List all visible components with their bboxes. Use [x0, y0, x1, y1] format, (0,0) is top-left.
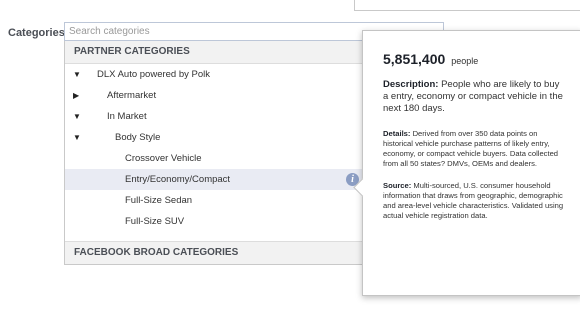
tree-item-label: In Market [107, 111, 147, 122]
categories-label: Categories: [8, 27, 69, 39]
tree-item-label: Full-Size SUV [125, 216, 185, 227]
tree-item-label: Full-Size Sedan [125, 195, 193, 206]
source-text: Multi-sourced, U.S. consumer household i… [383, 181, 564, 220]
description-label: Description: [383, 79, 439, 90]
tree-item-label: Aftermarket [107, 90, 157, 101]
tree-item-label: Crossover Vehicle [125, 153, 202, 164]
audience-size: 5,851,400 people [383, 51, 567, 67]
expanded-arrow-icon[interactable]: ▼ [73, 127, 83, 148]
top-panel-edge [354, 0, 580, 11]
collapsed-arrow-icon[interactable]: ▶ [73, 85, 83, 106]
description-block: Description: People who are likely to bu… [383, 79, 567, 115]
details-text: Derived from over 350 data points on his… [383, 129, 559, 168]
expanded-arrow-icon[interactable]: ▼ [73, 64, 83, 85]
category-info-popover: 5,851,400 people Description: People who… [353, 30, 580, 296]
expanded-arrow-icon[interactable]: ▼ [73, 106, 83, 127]
tree-item-label: Body Style [115, 132, 161, 143]
tree-item-label: DLX Auto powered by Polk [97, 69, 211, 80]
tree-item-label: Entry/Economy/Compact [125, 174, 231, 185]
details-label: Details: [383, 129, 411, 138]
source-label: Source: [383, 181, 412, 190]
source-block: Source: Multi-sourced, U.S. consumer hou… [383, 181, 567, 221]
audience-unit: people [451, 56, 479, 66]
details-block: Details: Derived from over 350 data poin… [383, 129, 567, 169]
audience-count: 5,851,400 [383, 51, 446, 67]
